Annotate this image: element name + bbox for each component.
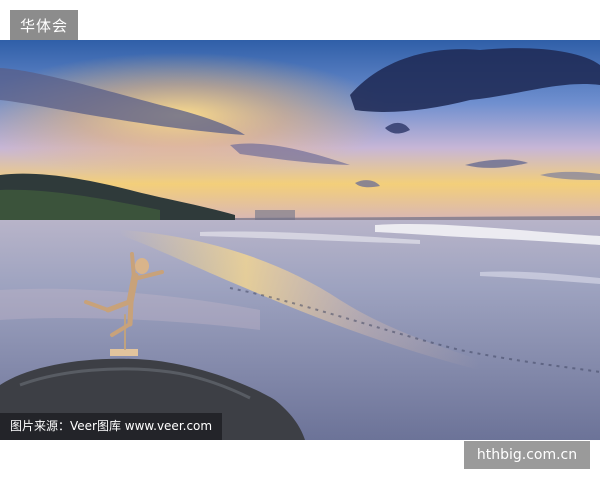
brand-badge: 华体会 bbox=[10, 10, 78, 40]
site-watermark: hthbig.com.cn bbox=[464, 441, 590, 469]
mannequin-leg-front-upper bbox=[127, 299, 134, 327]
mannequin-base bbox=[110, 349, 138, 356]
image-source-caption: 图片来源：Veer图库 www.veer.com bbox=[0, 413, 222, 440]
site-watermark-text: hthbig.com.cn bbox=[476, 447, 578, 463]
mannequin-arm-up bbox=[130, 252, 136, 280]
beach-sunset-photo bbox=[0, 40, 600, 440]
brand-badge-label: 华体会 bbox=[19, 16, 68, 35]
page: 华体会 图片来源：Veer图库 www.veer.com hthbig.com.… bbox=[0, 0, 600, 480]
photo-illustration bbox=[0, 40, 600, 440]
mannequin-head bbox=[135, 258, 149, 274]
